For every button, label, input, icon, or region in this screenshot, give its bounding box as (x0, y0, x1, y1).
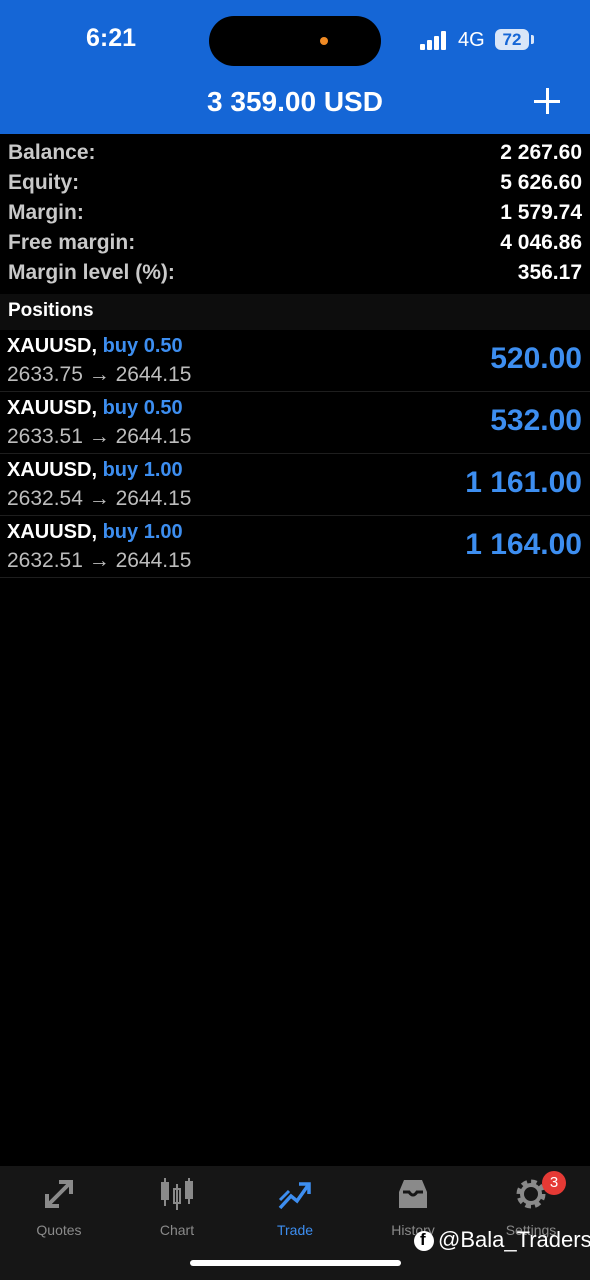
position-row[interactable]: XAUUSD, buy 1.00 2632.54 → 2644.15 1 161… (0, 454, 590, 516)
add-order-icon[interactable] (530, 84, 564, 118)
position-profit: 520.00 (490, 342, 582, 375)
position-symbol: XAUUSD, (7, 521, 98, 543)
tab-chart[interactable]: Chart (118, 1172, 236, 1242)
position-prices: 2633.51 → 2644.15 (7, 425, 192, 448)
position-row[interactable]: XAUUSD, buy 1.00 2632.51 → 2644.15 1 164… (0, 516, 590, 578)
position-profit: 532.00 (490, 404, 582, 437)
summary-value: 4 046.86 (500, 231, 582, 254)
positions-section-header: Positions (0, 294, 590, 330)
chart-icon (161, 1178, 193, 1210)
positions-list: XAUUSD, buy 0.50 2633.75 → 2644.15 520.0… (0, 330, 590, 578)
position-row[interactable]: XAUUSD, buy 0.50 2633.75 → 2644.15 520.0… (0, 330, 590, 392)
position-prices: 2632.54 → 2644.15 (7, 487, 192, 510)
position-side: buy 1.00 (102, 521, 183, 543)
position-symbol: XAUUSD, (7, 335, 98, 357)
position-prices: 2633.75 → 2644.15 (7, 363, 192, 386)
summary-value: 356.17 (517, 261, 582, 284)
summary-label: Balance: (8, 141, 96, 164)
tab-trade[interactable]: Trade (236, 1172, 354, 1242)
account-summary: Balance: 2 267.60 Equity: 5 626.60 Margi… (0, 138, 590, 288)
position-side: buy 0.50 (102, 397, 183, 419)
summary-label: Equity: (8, 171, 80, 194)
summary-value: 2 267.60 (500, 141, 582, 164)
summary-value: 1 579.74 (500, 201, 582, 224)
position-profit: 1 164.00 (465, 528, 582, 561)
summary-row-margin-level: Margin level (%): 356.17 (0, 258, 590, 288)
tab-label: Trade (276, 1222, 314, 1238)
summary-label: Margin level (%): (8, 261, 175, 284)
position-symbol: XAUUSD, (7, 397, 98, 419)
history-icon (399, 1180, 427, 1208)
dynamic-island (209, 16, 381, 66)
battery-icon: 72 (495, 29, 529, 50)
camera-indicator-dot (320, 37, 328, 45)
position-profit: 1 161.00 (465, 466, 582, 499)
watermark-text: @Bala_Traders (438, 1227, 590, 1252)
summary-label: Margin: (8, 201, 84, 224)
battery-tip (531, 35, 534, 44)
summary-row-balance: Balance: 2 267.60 (0, 138, 590, 168)
tab-label: Quotes (36, 1222, 82, 1238)
summary-row-free-margin: Free margin: 4 046.86 (0, 228, 590, 258)
summary-row-margin: Margin: 1 579.74 (0, 198, 590, 228)
position-side: buy 1.00 (102, 459, 183, 481)
position-side: buy 0.50 (102, 335, 183, 357)
network-type: 4G (458, 29, 485, 51)
position-prices: 2632.51 → 2644.15 (7, 549, 192, 572)
header-bar: 6:21 4G 72 3 359.00 USD (0, 0, 590, 134)
signal-icon (420, 30, 450, 50)
facebook-icon: f (414, 1230, 434, 1251)
quotes-icon (45, 1180, 73, 1208)
status-time: 6:21 (86, 24, 137, 52)
home-indicator (190, 1260, 401, 1266)
summary-value: 5 626.60 (500, 171, 582, 194)
section-title: Positions (8, 300, 94, 321)
tab-label: Chart (159, 1222, 195, 1238)
trade-icon (278, 1182, 311, 1210)
position-symbol: XAUUSD, (7, 459, 98, 481)
tab-quotes[interactable]: Quotes (0, 1172, 118, 1242)
summary-label: Free margin: (8, 231, 136, 254)
position-row[interactable]: XAUUSD, buy 0.50 2633.51 → 2644.15 532.0… (0, 392, 590, 454)
summary-row-equity: Equity: 5 626.60 (0, 168, 590, 198)
page-title: 3 359.00 USD (207, 86, 383, 117)
settings-badge: 3 (542, 1171, 566, 1195)
